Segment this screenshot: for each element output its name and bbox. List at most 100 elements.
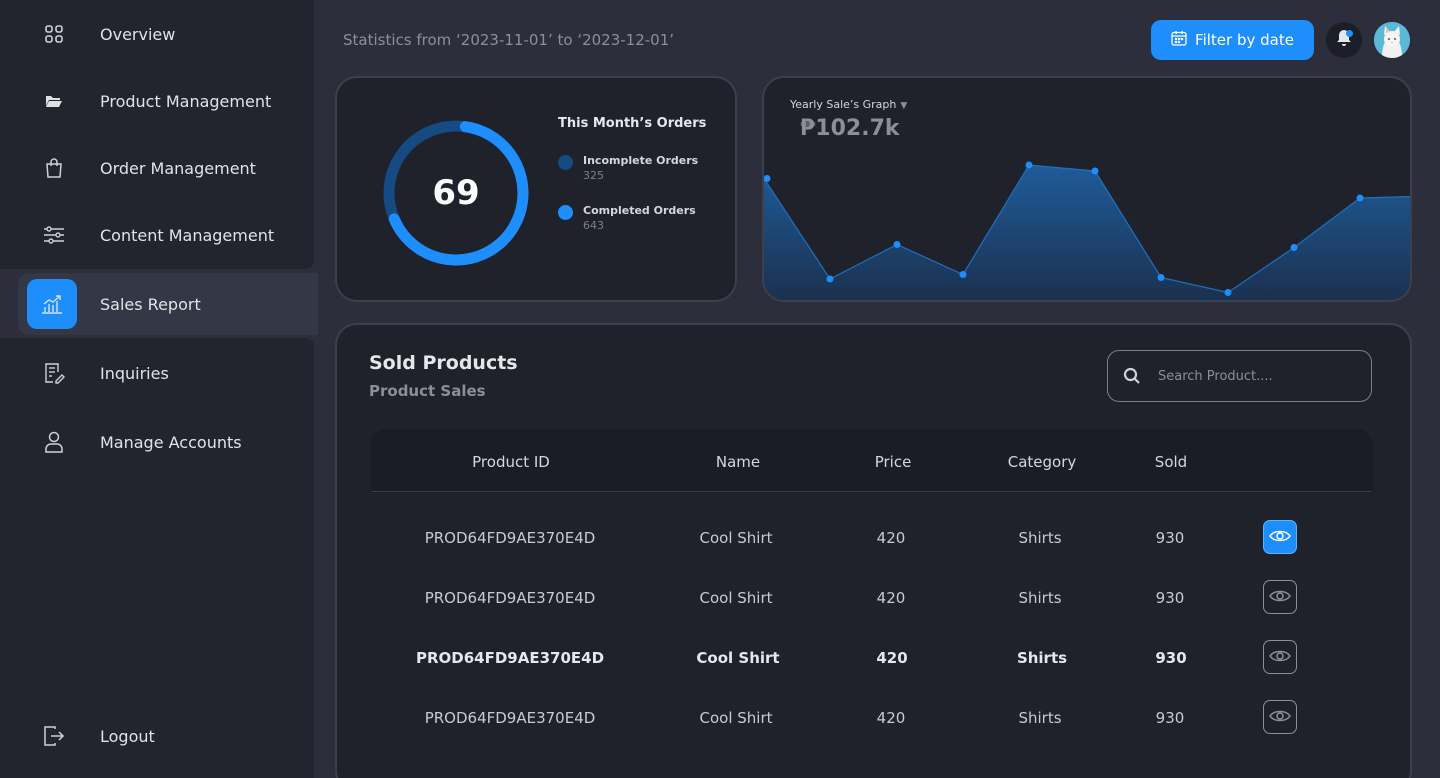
caret-down-icon: ▼ bbox=[900, 101, 908, 111]
sidebar-item-manage-accounts[interactable]: Manage Accounts bbox=[0, 417, 314, 467]
legend-swatch bbox=[558, 155, 573, 170]
document-edit-icon bbox=[42, 361, 66, 385]
view-button[interactable] bbox=[1263, 640, 1297, 674]
table-header: Product ID Name Price Category Sold bbox=[370, 429, 1373, 493]
sidebar-item-label: Manage Accounts bbox=[100, 432, 242, 452]
legend-value: 643 bbox=[583, 219, 604, 232]
sales-point[interactable] bbox=[893, 241, 901, 248]
cell-price: 420 bbox=[876, 589, 906, 607]
legend-name: Incomplete Orders bbox=[583, 154, 699, 167]
sales-point[interactable] bbox=[1290, 244, 1298, 251]
eye-icon bbox=[1269, 648, 1291, 667]
user-icon bbox=[42, 430, 66, 454]
sidebar-item-content-management[interactable]: Content Management bbox=[0, 210, 314, 260]
sidebar-item-logout[interactable]: Logout bbox=[0, 711, 314, 761]
sidebar-item-label: Inquiries bbox=[100, 363, 169, 383]
avatar[interactable] bbox=[1374, 22, 1410, 58]
column-header-category[interactable]: Category bbox=[1008, 430, 1077, 494]
cell-sold: 930 bbox=[1155, 589, 1185, 607]
sold-products-card: Sold Products Product Sales Product ID N… bbox=[335, 323, 1412, 778]
eye-icon bbox=[1269, 528, 1291, 547]
view-button[interactable] bbox=[1263, 580, 1297, 614]
search-icon bbox=[1123, 367, 1141, 389]
legend-value: 325 bbox=[583, 169, 604, 182]
filter-by-date-button[interactable]: Filter by date bbox=[1151, 20, 1314, 60]
cell-name: Cool Shirt bbox=[699, 589, 773, 607]
calendar-icon bbox=[1171, 30, 1187, 50]
sales-point[interactable] bbox=[1025, 161, 1033, 169]
cell-sold: 930 bbox=[1155, 709, 1185, 727]
sidebar-item-order-management[interactable]: Order Management bbox=[0, 143, 314, 193]
cell-name: Cool Shirt bbox=[699, 709, 773, 727]
orders-title: This Month’s Orders bbox=[558, 116, 707, 131]
sales-point[interactable] bbox=[826, 275, 834, 283]
cell-category: Shirts bbox=[1018, 529, 1062, 547]
view-button[interactable] bbox=[1263, 700, 1297, 734]
sidebar-item-label: Order Management bbox=[100, 158, 256, 178]
legend-swatch bbox=[558, 205, 573, 220]
graph-title-dropdown[interactable]: Yearly Sale’s Graph ▼ bbox=[790, 98, 907, 111]
cell-name: Cool Shirt bbox=[699, 529, 773, 547]
orders-center-value: 69 bbox=[432, 173, 480, 213]
sales-point[interactable] bbox=[959, 271, 967, 278]
cell-product-id: PROD64FD9AE370E4D bbox=[415, 649, 605, 667]
sales-point[interactable] bbox=[1157, 274, 1165, 281]
column-header-price[interactable]: Price bbox=[875, 430, 912, 494]
cell-price: 420 bbox=[876, 709, 906, 727]
filter-by-date-label: Filter by date bbox=[1195, 31, 1294, 49]
cell-price: 420 bbox=[876, 529, 906, 547]
table-row: PROD64FD9AE370E4D Cool Shirt 420 Shirts … bbox=[337, 688, 1414, 748]
sliders-icon bbox=[42, 223, 66, 247]
cell-name: Cool Shirt bbox=[696, 649, 780, 667]
statistics-range: Statistics from ‘2023-11-01’ to ‘2023-12… bbox=[343, 31, 675, 49]
section-title: Sold Products bbox=[369, 352, 518, 374]
chart-icon bbox=[27, 279, 77, 329]
cell-category: Shirts bbox=[1018, 709, 1062, 727]
table-row: PROD64FD9AE370E4D Cool Shirt 420 Shirts … bbox=[337, 568, 1414, 628]
sales-point[interactable] bbox=[1091, 167, 1099, 175]
cell-price: 420 bbox=[876, 649, 908, 667]
logout-label: Logout bbox=[100, 726, 155, 746]
grid-icon bbox=[42, 22, 66, 46]
column-header-product-id[interactable]: Product ID bbox=[472, 430, 550, 494]
sales-point[interactable] bbox=[1224, 289, 1232, 296]
graph-title: Yearly Sale’s Graph bbox=[790, 98, 897, 111]
cell-category: Shirts bbox=[1016, 649, 1068, 667]
search-input[interactable] bbox=[1158, 351, 1363, 401]
cell-product-id: PROD64FD9AE370E4D bbox=[424, 589, 596, 607]
view-button[interactable] bbox=[1263, 520, 1297, 554]
sales-point[interactable] bbox=[1356, 194, 1364, 202]
column-header-sold[interactable]: Sold bbox=[1155, 430, 1187, 494]
yearly-sales-area-chart bbox=[764, 161, 1410, 300]
cell-sold: 930 bbox=[1155, 649, 1187, 667]
notification-dot bbox=[1346, 30, 1353, 37]
legend-name: Completed Orders bbox=[583, 204, 696, 217]
sidebar-item-overview[interactable]: Overview bbox=[0, 9, 314, 59]
column-header-name[interactable]: Name bbox=[716, 430, 760, 494]
cell-category: Shirts bbox=[1018, 589, 1062, 607]
cell-product-id: PROD64FD9AE370E4D bbox=[424, 529, 596, 547]
search-box bbox=[1107, 350, 1372, 402]
section-subtitle: Product Sales bbox=[369, 382, 486, 400]
sidebar-item-product-management[interactable]: Product Management bbox=[0, 76, 314, 126]
cell-sold: 930 bbox=[1155, 529, 1185, 547]
sidebar-item-sales-report[interactable]: Sales Report bbox=[18, 273, 318, 335]
sales-point[interactable] bbox=[764, 175, 771, 182]
logout-icon bbox=[42, 724, 66, 748]
sidebar-item-label: Product Management bbox=[100, 91, 272, 111]
cell-product-id: PROD64FD9AE370E4D bbox=[424, 709, 596, 727]
eye-icon bbox=[1269, 708, 1291, 727]
table-row: PROD64FD9AE370E4D Cool Shirt 420 Shirts … bbox=[337, 508, 1414, 568]
sidebar-item-label: Content Management bbox=[100, 225, 275, 245]
table-row: PROD64FD9AE370E4D Cool Shirt 420 Shirts … bbox=[337, 628, 1414, 688]
sidebar: Overview Product Management Order Manage… bbox=[0, 0, 318, 778]
graph-total: ₱102.7k bbox=[800, 116, 900, 141]
monthly-orders-card: 69 This Month’s Orders Incomplete Orders… bbox=[335, 76, 737, 302]
sidebar-item-label: Overview bbox=[100, 24, 176, 44]
sidebar-item-inquiries[interactable]: Inquiries bbox=[0, 348, 314, 398]
folder-icon bbox=[42, 89, 66, 113]
notifications-button[interactable] bbox=[1326, 22, 1362, 58]
eye-icon bbox=[1269, 588, 1291, 607]
yearly-sales-graph-card: Yearly Sale’s Graph ▼ ₱102.7k bbox=[762, 76, 1412, 302]
sidebar-item-label: Sales Report bbox=[100, 294, 201, 314]
